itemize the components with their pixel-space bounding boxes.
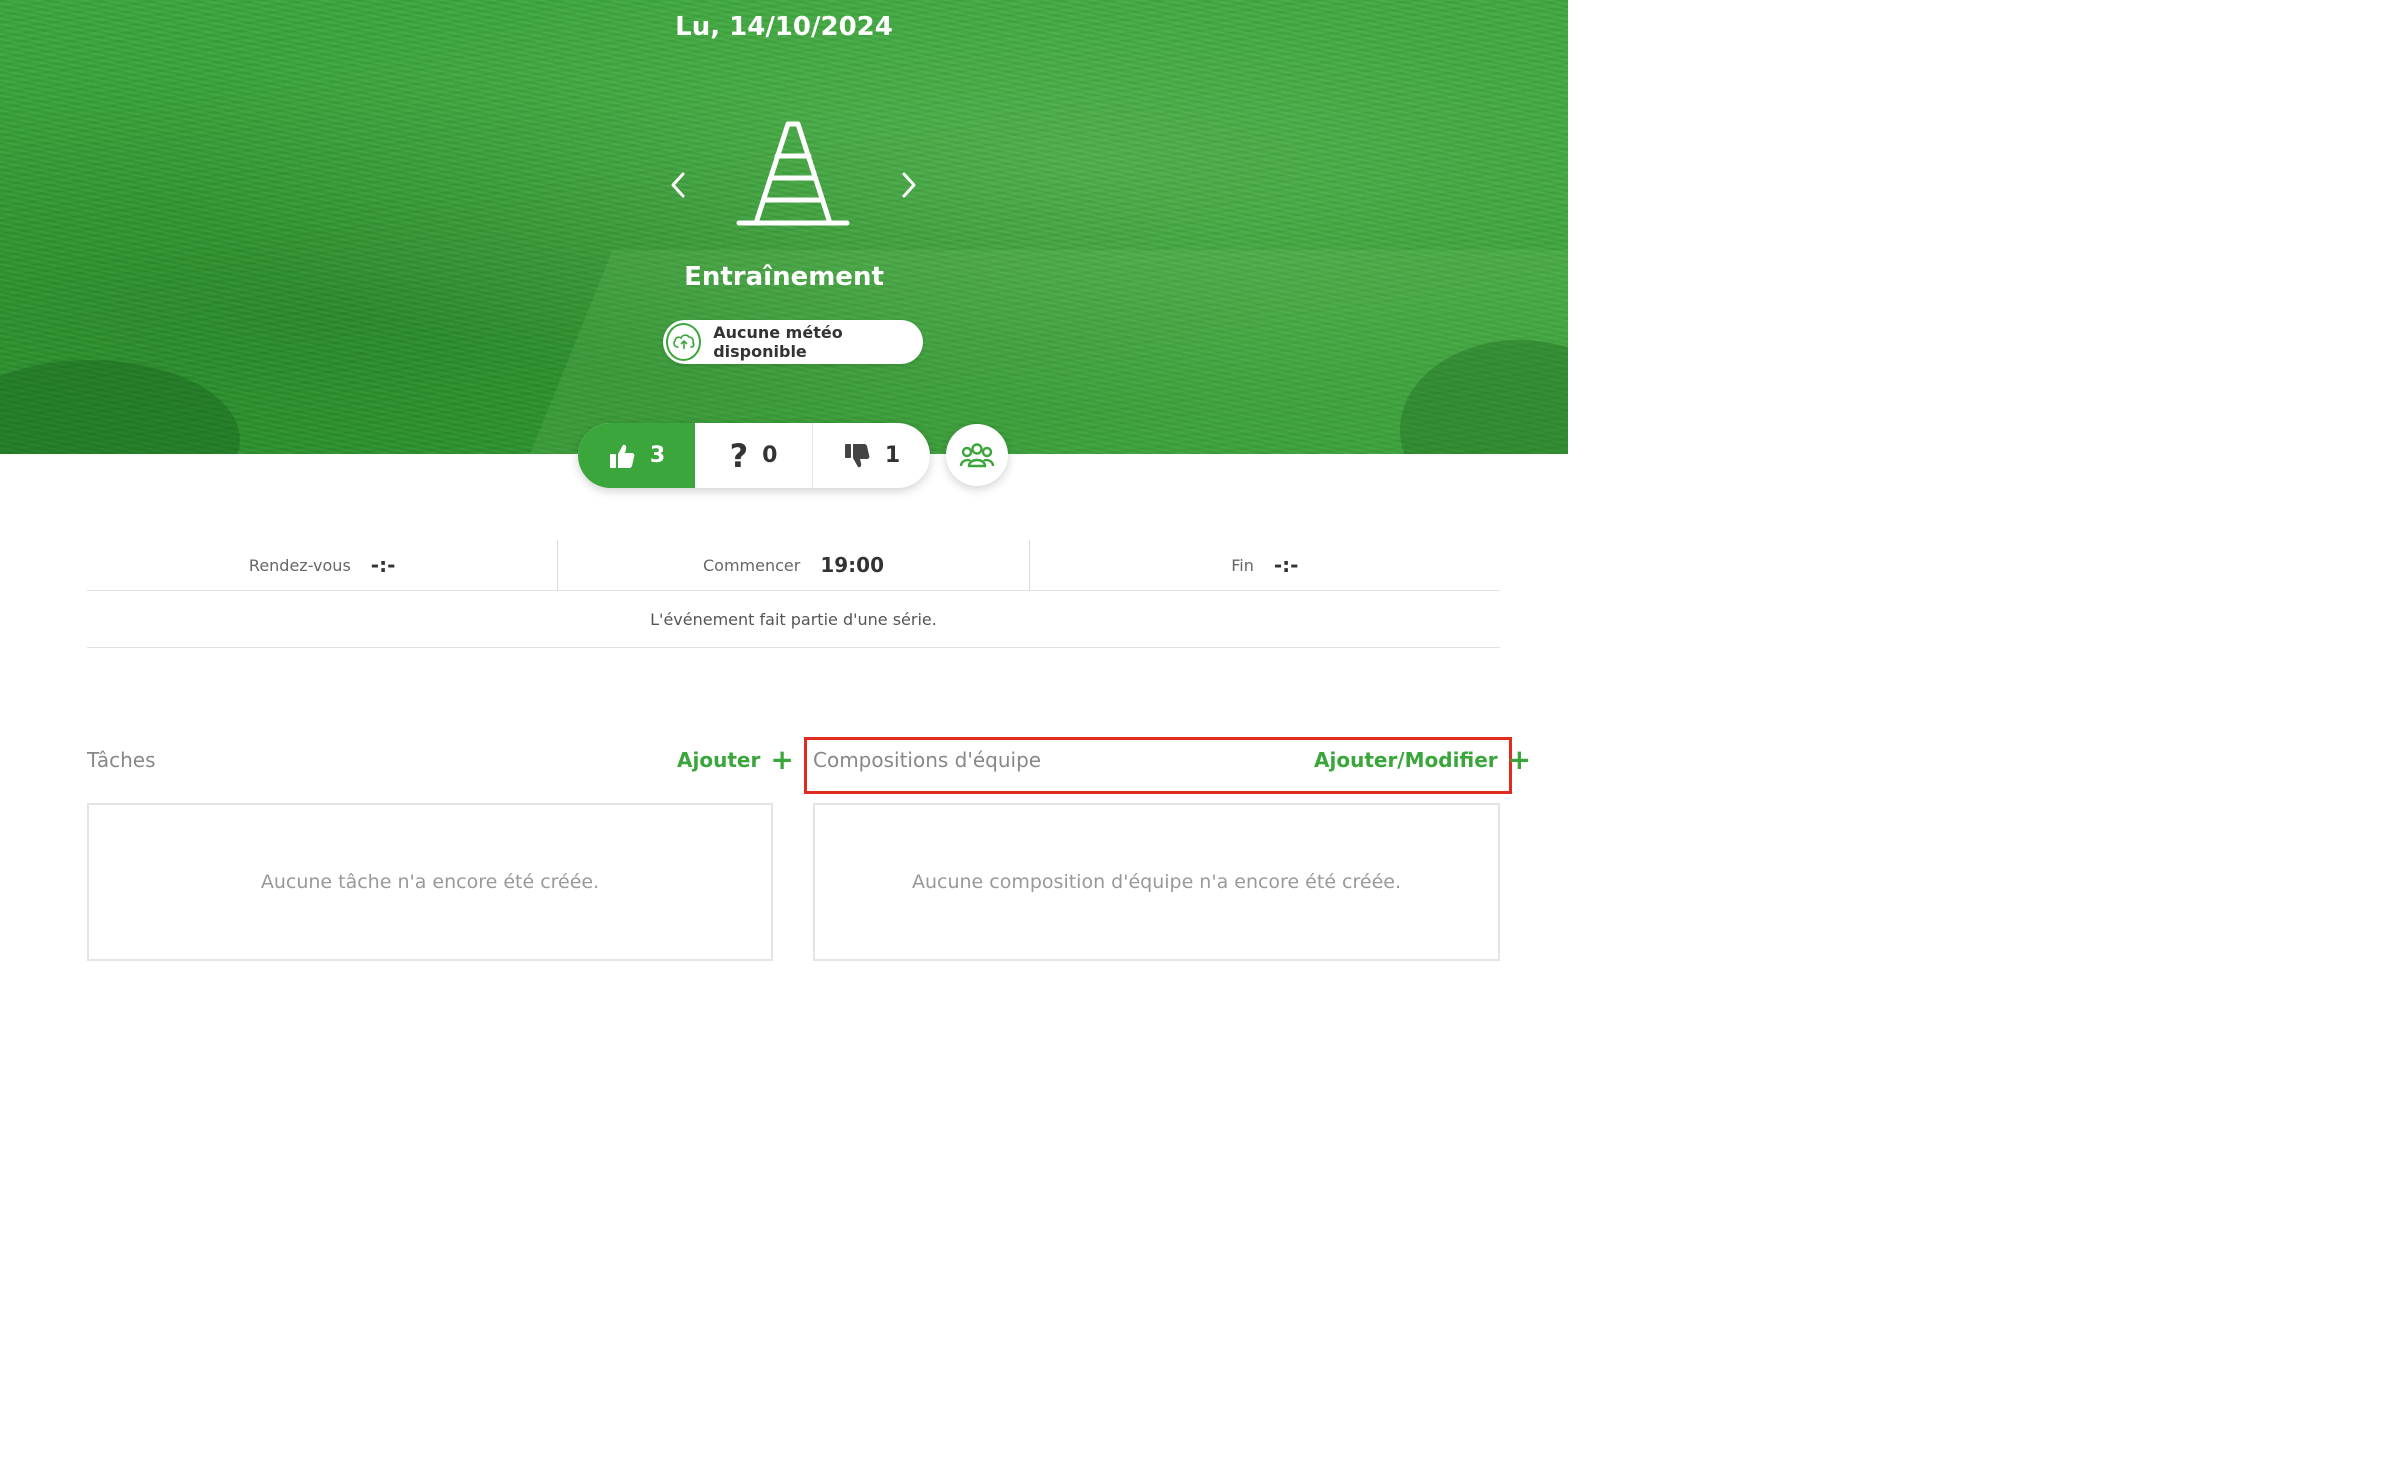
cloud-upload-icon xyxy=(666,323,702,361)
tasks-empty-text: Aucune tâche n'a encore été créée. xyxy=(260,871,600,893)
attendance-no-button[interactable]: 1 xyxy=(813,423,930,488)
lineups-empty-state: Aucune composition d'équipe n'a encore é… xyxy=(813,803,1500,961)
end-time-value: -:- xyxy=(1273,553,1299,577)
attendance-no-count: 1 xyxy=(884,443,901,468)
thumbs-up-icon xyxy=(609,444,635,468)
end-time-label: Fin xyxy=(1231,555,1254,575)
question-mark-icon: ? xyxy=(729,436,749,475)
lineups-title: Compositions d'équipe xyxy=(813,748,1042,772)
start-time-label: Commencer xyxy=(702,555,801,575)
previous-event-button[interactable] xyxy=(658,165,698,205)
event-times: Rendez-vous -:- Commencer 19:00 Fin -:- xyxy=(87,540,1500,590)
attendance-maybe-button[interactable]: ? 0 xyxy=(695,423,813,488)
attendance-yes-button[interactable]: 3 xyxy=(578,423,695,488)
meeting-time-value: -:- xyxy=(370,553,396,577)
plus-icon: + xyxy=(770,743,794,776)
attendance-switcher: 3 ? 0 1 xyxy=(578,423,930,488)
chevron-right-icon xyxy=(902,172,916,198)
weather-text: Aucune météo disponible xyxy=(713,323,843,361)
squad-button[interactable] xyxy=(946,424,1008,486)
series-divider xyxy=(87,647,1500,648)
hero-banner: Lu, 14/10/2024 Entraînement Aucune météo… xyxy=(0,0,1568,454)
meeting-time: Rendez-vous -:- xyxy=(87,540,557,590)
event-date: Lu, 14/10/2024 xyxy=(675,12,893,42)
add-task-button[interactable]: Ajouter + xyxy=(677,743,794,776)
lineups-empty-text: Aucune composition d'équipe n'a encore é… xyxy=(911,871,1401,893)
tasks-empty-state: Aucune tâche n'a encore été créée. xyxy=(87,803,773,961)
start-time: Commencer 19:00 xyxy=(557,540,1028,590)
edit-lineups-label: Ajouter/Modifier xyxy=(1314,748,1498,772)
attendance-yes-count: 3 xyxy=(649,443,666,468)
weather-badge: Aucune météo disponible xyxy=(663,320,923,364)
event-page: Lu, 14/10/2024 Entraînement Aucune météo… xyxy=(0,0,1568,976)
training-cone-icon xyxy=(736,121,850,226)
attendance-maybe-count: 0 xyxy=(762,443,778,468)
thumbs-down-icon xyxy=(844,443,870,467)
series-note: L'événement fait partie d'une série. xyxy=(650,609,937,629)
meeting-time-label: Rendez-vous xyxy=(248,555,351,575)
add-task-label: Ajouter xyxy=(677,748,761,772)
end-time: Fin -:- xyxy=(1028,540,1500,590)
tasks-title: Tâches xyxy=(87,748,156,772)
chevron-left-icon xyxy=(671,172,685,198)
plus-icon: + xyxy=(1507,743,1532,776)
edit-lineups-button[interactable]: Ajouter/Modifier + xyxy=(1314,743,1532,776)
times-divider xyxy=(87,590,1500,591)
event-type-title: Entraînement xyxy=(684,262,884,292)
start-time-value: 19:00 xyxy=(820,553,884,577)
next-event-button[interactable] xyxy=(889,165,929,205)
group-icon xyxy=(959,443,995,468)
